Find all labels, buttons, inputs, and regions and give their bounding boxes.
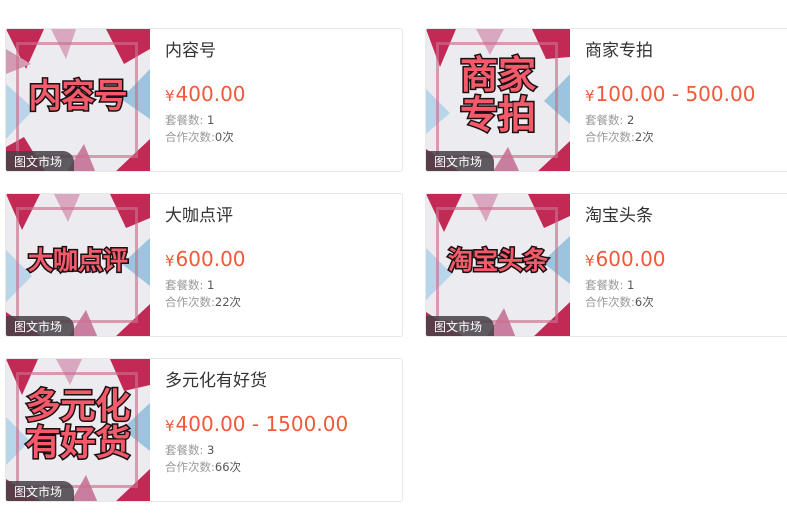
service-card[interactable]: 内容号 图文市场 内容号 ¥400.00 套餐数: 1 合作次数:0次 (5, 28, 403, 172)
category-tag: 图文市场 (426, 316, 495, 336)
cooperation-count: 合作次数:2次 (585, 129, 787, 146)
package-count-label: 套餐数: (165, 443, 204, 457)
currency-symbol: ¥ (585, 252, 595, 270)
card-thumbnail[interactable]: 大咖点评 图文市场 (6, 194, 150, 336)
package-count: 套餐数: 2 (585, 112, 787, 129)
cooperation-count: 合作次数:22次 (165, 294, 394, 311)
price-value: 400.00 (175, 82, 246, 106)
package-count-label: 套餐数: (585, 113, 624, 127)
cooperation-count-label: 合作次数: (165, 460, 215, 474)
card-price: ¥400.00 - 1500.00 (165, 411, 394, 437)
card-info: 大咖点评 ¥600.00 套餐数: 1 合作次数:22次 (165, 204, 394, 311)
price-value: 600.00 (175, 247, 246, 271)
package-count: 套餐数: 1 (585, 277, 787, 294)
currency-symbol: ¥ (165, 417, 175, 435)
package-count-label: 套餐数: (165, 113, 204, 127)
card-thumbnail[interactable]: 商家 专拍 图文市场 (426, 29, 570, 171)
package-count-value: 2 (627, 113, 635, 127)
category-tag: 图文市场 (6, 481, 75, 501)
card-thumbnail[interactable]: 淘宝头条 图文市场 (426, 194, 570, 336)
card-thumbnail[interactable]: 多元化 有好货 图文市场 (6, 359, 150, 501)
thumbnail-title-graphic: 内容号 (27, 75, 129, 115)
package-count-value: 3 (207, 443, 215, 457)
category-tag: 图文市场 (426, 151, 495, 171)
package-count: 套餐数: 3 (165, 442, 394, 459)
card-title[interactable]: 内容号 (165, 39, 394, 63)
card-thumbnail[interactable]: 内容号 图文市场 (6, 29, 150, 171)
package-count-value: 1 (627, 278, 635, 292)
card-title[interactable]: 淘宝头条 (585, 204, 787, 228)
card-info: 淘宝头条 ¥600.00 套餐数: 1 合作次数:6次 (585, 204, 787, 311)
service-card[interactable]: 淘宝头条 图文市场 淘宝头条 ¥600.00 套餐数: 1 合作次数:6次 (425, 193, 787, 337)
package-count-value: 1 (207, 113, 215, 127)
cooperation-count-value: 2次 (634, 130, 654, 144)
service-card[interactable]: 多元化 有好货 图文市场 多元化有好货 ¥400.00 - 1500.00 套餐… (5, 358, 403, 502)
card-info: 商家专拍 ¥100.00 - 500.00 套餐数: 2 合作次数:2次 (585, 39, 787, 146)
thumbnail-title-graphic: 大咖点评 (26, 245, 129, 276)
cooperation-count-label: 合作次数: (585, 295, 635, 309)
cooperation-count-value: 0次 (214, 130, 234, 144)
cooperation-count-value: 22次 (214, 295, 242, 309)
card-price: ¥100.00 - 500.00 (585, 81, 787, 107)
category-tag: 图文市场 (6, 316, 75, 336)
cooperation-count: 合作次数:0次 (165, 129, 394, 146)
thumbnail-title-graphic: 淘宝头条 (446, 245, 549, 276)
package-count-label: 套餐数: (585, 278, 624, 292)
cooperation-count-label: 合作次数: (165, 295, 215, 309)
package-count-label: 套餐数: (165, 278, 204, 292)
currency-symbol: ¥ (165, 87, 175, 105)
price-value: 600.00 (595, 247, 666, 271)
package-count: 套餐数: 1 (165, 277, 394, 294)
card-price: ¥600.00 (585, 246, 787, 272)
card-title[interactable]: 大咖点评 (165, 204, 394, 228)
package-count: 套餐数: 1 (165, 112, 394, 129)
cooperation-count-label: 合作次数: (585, 130, 635, 144)
card-price: ¥600.00 (165, 246, 394, 272)
category-tag: 图文市场 (6, 151, 75, 171)
card-price: ¥400.00 (165, 81, 394, 107)
service-card[interactable]: 大咖点评 图文市场 大咖点评 ¥600.00 套餐数: 1 合作次数:22次 (5, 193, 403, 337)
service-card[interactable]: 商家 专拍 图文市场 商家专拍 ¥100.00 - 500.00 套餐数: 2 … (425, 28, 787, 172)
currency-symbol: ¥ (585, 87, 595, 105)
thumbnail-title-graphic: 多元化 有好货 (24, 387, 132, 464)
card-info: 内容号 ¥400.00 套餐数: 1 合作次数:0次 (165, 39, 394, 146)
thumbnail-title-graphic: 商家 专拍 (458, 53, 537, 137)
currency-symbol: ¥ (165, 252, 175, 270)
card-info: 多元化有好货 ¥400.00 - 1500.00 套餐数: 3 合作次数:66次 (165, 369, 394, 476)
package-count-value: 1 (207, 278, 215, 292)
cooperation-count-value: 66次 (214, 460, 242, 474)
cooperation-count-label: 合作次数: (165, 130, 215, 144)
cooperation-count-value: 6次 (634, 295, 654, 309)
price-value: 400.00 - 1500.00 (175, 412, 349, 436)
price-value: 100.00 - 500.00 (595, 82, 756, 106)
cooperation-count: 合作次数:6次 (585, 294, 787, 311)
card-title[interactable]: 商家专拍 (585, 39, 787, 63)
card-title[interactable]: 多元化有好货 (165, 369, 394, 393)
cooperation-count: 合作次数:66次 (165, 459, 394, 476)
